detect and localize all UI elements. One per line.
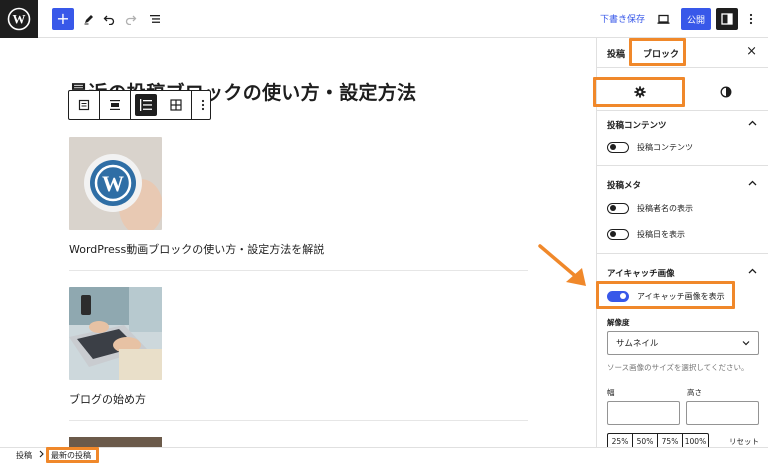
toggle-switch[interactable] bbox=[607, 142, 629, 153]
scale-percent-group: 25% 50% 75% 100% bbox=[607, 433, 709, 447]
settings-gear-icon[interactable] bbox=[597, 76, 683, 108]
styles-contrast-icon[interactable] bbox=[683, 76, 768, 108]
tab-post[interactable]: 投稿 bbox=[607, 47, 625, 60]
post-title-link-1[interactable]: WordPress動画ブロックの使い方・設定方法を解説 bbox=[69, 241, 324, 257]
breadcrumb: 投稿 最新の投稿 bbox=[0, 447, 768, 463]
block-type-icon[interactable] bbox=[69, 91, 99, 119]
save-draft-button[interactable]: 下書き保存 bbox=[600, 12, 645, 25]
block-options-icon[interactable] bbox=[192, 91, 214, 119]
post-thumbnail-1[interactable]: W bbox=[69, 137, 162, 230]
add-block-button[interactable]: + bbox=[52, 8, 74, 30]
toggle-post-content[interactable]: 投稿コンテンツ bbox=[607, 142, 693, 153]
close-icon[interactable]: × bbox=[746, 44, 757, 59]
pencil-tool-icon[interactable] bbox=[78, 8, 100, 30]
post-divider bbox=[69, 270, 528, 271]
height-input[interactable] bbox=[686, 401, 759, 425]
toggle-switch[interactable] bbox=[607, 291, 629, 302]
toggle-switch[interactable] bbox=[607, 229, 629, 240]
svg-text:W: W bbox=[13, 12, 26, 27]
panel-title[interactable]: アイキャッチ画像 bbox=[607, 267, 675, 279]
post-divider bbox=[69, 420, 528, 421]
align-icon[interactable] bbox=[100, 91, 130, 119]
percent-100-button[interactable]: 100% bbox=[683, 434, 708, 447]
chevron-down-icon bbox=[742, 339, 750, 349]
toggle-label: アイキャッチ画像を表示 bbox=[637, 292, 725, 301]
post-thumbnail-2[interactable] bbox=[69, 287, 162, 380]
svg-text:W: W bbox=[102, 171, 124, 196]
width-input[interactable] bbox=[607, 401, 680, 425]
editor-canvas: 最近の投稿ブロックの使い方・設定方法 W WordPress動画ブロックの使い方… bbox=[0, 38, 596, 447]
panel-featured-image: アイキャッチ画像 アイキャッチ画像を表示 解像度 サムネイル ソース画像のサイズ… bbox=[597, 253, 768, 447]
post-thumbnail-3[interactable] bbox=[69, 437, 162, 447]
resolution-help-text: ソース画像のサイズを選択してください。 bbox=[607, 363, 749, 372]
panel-post-content: 投稿コンテンツ 投稿コンテンツ bbox=[597, 110, 768, 165]
resolution-select[interactable]: サムネイル bbox=[607, 331, 759, 355]
tab-block[interactable]: ブロック bbox=[643, 47, 679, 60]
settings-sidebar: 投稿 ブロック × 投稿コンテンツ 投稿コンテンツ 投稿メタ 投稿者名の表示 投… bbox=[596, 38, 768, 447]
panel-post-meta: 投稿メタ 投稿者名の表示 投稿日を表示 bbox=[597, 165, 768, 253]
toggle-date[interactable]: 投稿日を表示 bbox=[607, 229, 685, 240]
block-toolbar bbox=[68, 90, 211, 120]
chevron-right-icon bbox=[39, 450, 44, 460]
chevron-up-icon[interactable] bbox=[748, 267, 757, 277]
toggle-switch[interactable] bbox=[607, 203, 629, 214]
panel-title[interactable]: 投稿コンテンツ bbox=[607, 119, 667, 131]
document-overview-icon[interactable] bbox=[144, 8, 166, 30]
percent-50-button[interactable]: 50% bbox=[633, 434, 658, 447]
toggle-featured-image[interactable]: アイキャッチ画像を表示 bbox=[607, 291, 725, 302]
annotation-arrow-icon bbox=[538, 244, 586, 286]
editor-header: W + 下書き保存 公開 bbox=[0, 0, 768, 38]
toggle-author[interactable]: 投稿者名の表示 bbox=[607, 203, 693, 214]
wordpress-logo-icon[interactable]: W bbox=[0, 0, 38, 38]
percent-25-button[interactable]: 25% bbox=[608, 434, 633, 447]
chevron-up-icon[interactable] bbox=[748, 179, 757, 189]
undo-icon[interactable] bbox=[98, 8, 120, 30]
list-view-icon[interactable] bbox=[131, 91, 161, 119]
resolution-label: 解像度 bbox=[607, 318, 630, 327]
panel-title[interactable]: 投稿メタ bbox=[607, 179, 641, 191]
toggle-label: 投稿コンテンツ bbox=[637, 143, 693, 152]
sidebar-tabs: 投稿 ブロック × bbox=[597, 38, 768, 68]
options-menu-icon[interactable] bbox=[744, 8, 758, 30]
height-label: 高さ bbox=[687, 388, 702, 397]
chevron-up-icon[interactable] bbox=[748, 119, 757, 129]
settings-sidebar-toggle-icon[interactable] bbox=[716, 8, 738, 30]
grid-view-icon[interactable] bbox=[161, 91, 191, 119]
publish-button[interactable]: 公開 bbox=[681, 8, 711, 30]
preview-desktop-icon[interactable] bbox=[652, 8, 674, 30]
breadcrumb-item-post[interactable]: 投稿 bbox=[16, 450, 32, 461]
resolution-value: サムネイル bbox=[616, 339, 659, 349]
toggle-label: 投稿者名の表示 bbox=[637, 204, 693, 213]
percent-75-button[interactable]: 75% bbox=[658, 434, 683, 447]
post-title-link-2[interactable]: ブログの始め方 bbox=[69, 391, 146, 407]
block-subtabs bbox=[597, 76, 768, 108]
breadcrumb-item-latest-posts[interactable]: 最新の投稿 bbox=[51, 450, 91, 461]
redo-icon[interactable] bbox=[120, 8, 142, 30]
width-label: 幅 bbox=[607, 388, 615, 397]
toggle-label: 投稿日を表示 bbox=[637, 230, 685, 239]
reset-button[interactable]: リセット bbox=[729, 436, 759, 447]
